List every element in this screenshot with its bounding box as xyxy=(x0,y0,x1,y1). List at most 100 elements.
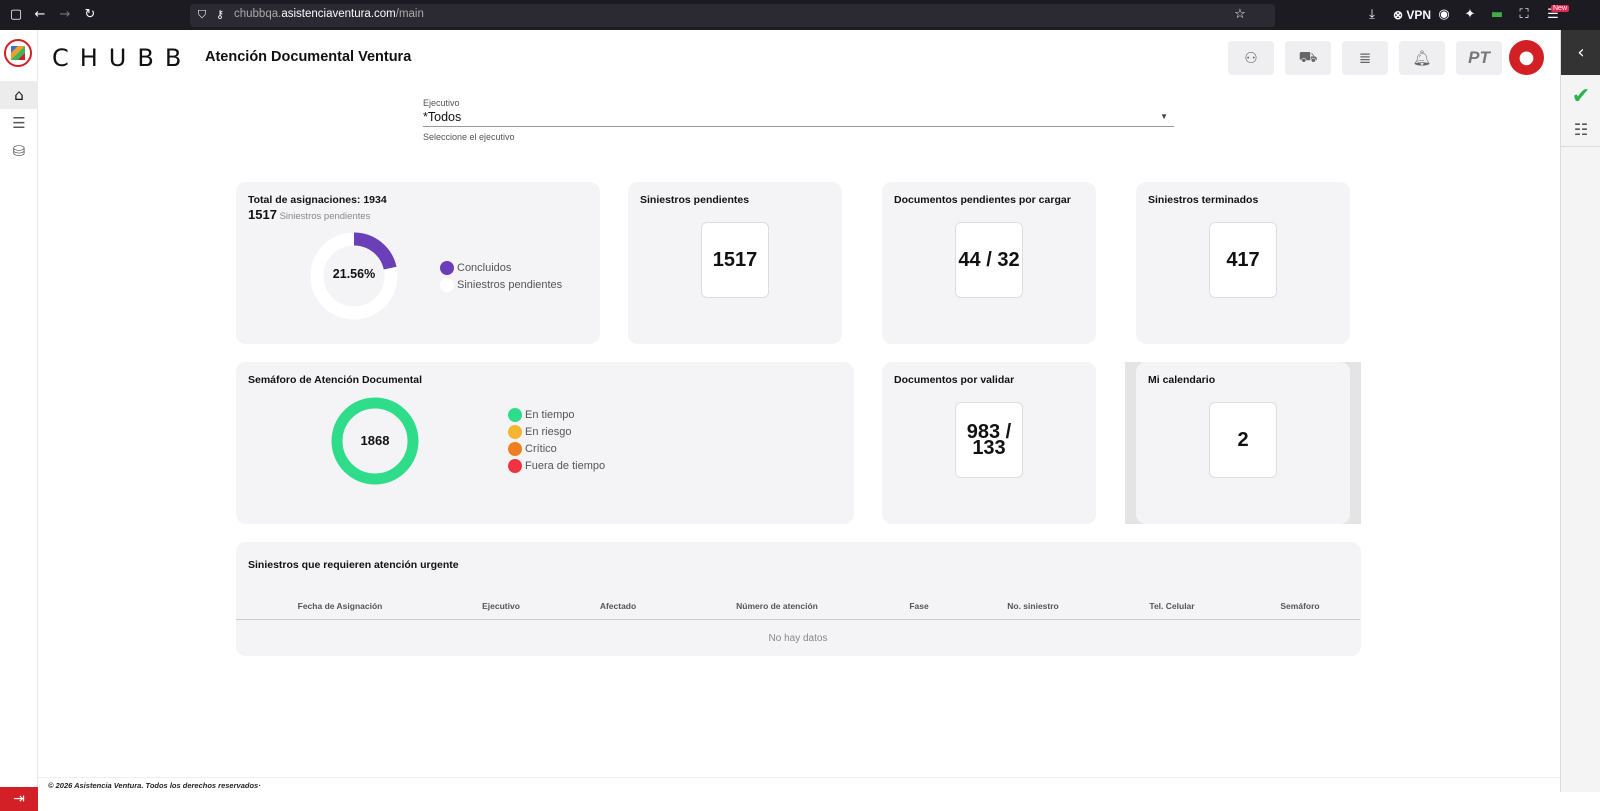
legend-en-tiempo: En tiempo xyxy=(508,408,575,422)
user-initials-button[interactable]: PT xyxy=(1456,41,1502,75)
brand-logo: CHUBB xyxy=(52,44,193,72)
calendar-card[interactable]: Mi calendario 2 xyxy=(1136,362,1350,524)
semaforo-title: Semáforo de Atención Documental xyxy=(248,374,423,386)
docs-validate-value: 983 /133 xyxy=(955,402,1023,478)
legend-dot-en-tiempo xyxy=(508,408,522,422)
notifications-button[interactable]: 🔔︎ xyxy=(1399,41,1445,75)
checklist-icon: ☷ xyxy=(1573,120,1589,139)
finished-claims-value: 417 xyxy=(1209,222,1277,298)
network-icon: ⚇ xyxy=(1244,49,1258,67)
legend-dot-fuera-de-tiempo xyxy=(508,459,522,473)
executive-select[interactable]: Ejecutivo *Todos ▼ Seleccione el ejecutiv… xyxy=(423,98,1174,142)
calendar-title: Mi calendario xyxy=(1148,374,1216,386)
column-header[interactable]: Ejecutivo xyxy=(482,601,520,611)
screenshot-icon[interactable]: ⛶ xyxy=(1516,7,1532,23)
car-button[interactable]: ⛟ xyxy=(1285,41,1331,75)
docs-upload-card: Documentos pendientes por cargar 44 / 32 xyxy=(882,182,1096,344)
sidebar-item-list[interactable]: ☰ xyxy=(0,109,38,137)
docs-validate-title: Documentos por validar xyxy=(894,374,1015,386)
app-title: Atención Documental Ventura xyxy=(205,49,412,65)
docs-validate-card: Documentos por validar 983 /133 xyxy=(882,362,1096,524)
menu-collapse-button[interactable]: ≣ xyxy=(1342,41,1388,75)
stack-icon: ⛁ xyxy=(12,142,26,160)
finished-claims-card: Siniestros terminados 417 xyxy=(1136,182,1350,344)
urgent-table-title: Siniestros que requieren atención urgent… xyxy=(248,559,459,571)
urgent-table-card: Siniestros que requieren atención urgent… xyxy=(236,542,1361,656)
home-icon: ⌂ xyxy=(14,86,24,104)
docs-upload-title: Documentos pendientes por cargar xyxy=(894,194,1071,206)
list-icon: ☰ xyxy=(12,114,26,132)
pending-claims-title: Siniestros pendientes xyxy=(640,194,750,206)
select-value[interactable]: *Todos ▼ xyxy=(423,110,1174,127)
new-badge: New xyxy=(1551,5,1570,12)
bell-icon: 🔔︎ xyxy=(1412,49,1432,67)
column-header[interactable]: Afectado xyxy=(600,601,636,611)
column-header[interactable]: Fase xyxy=(909,601,928,611)
pending-summary: 1517 Siniestros pendientes xyxy=(248,207,371,222)
car-icon: ⛟ xyxy=(1298,48,1318,66)
empty-table-message: No hay datos xyxy=(768,633,828,644)
calendar-value: 2 xyxy=(1209,402,1277,478)
user-initials: PT xyxy=(1468,48,1490,67)
assignments-title: Total de asignaciones: 1934 xyxy=(248,194,387,206)
logout-button[interactable]: ⇥ xyxy=(0,787,38,811)
user-icon: ● xyxy=(1518,47,1535,68)
browser-toolbar: ▢ ← → ↻ ⛉ ⚷ chubbqa.asistenciaventura.co… xyxy=(0,0,1600,30)
legend-en-riesgo: En riesgo xyxy=(508,425,571,439)
sidebar-item-stack[interactable]: ⛁ xyxy=(0,137,38,165)
legend-dot-critico xyxy=(508,442,522,456)
vpn-button[interactable]: ⊗ VPN xyxy=(1393,8,1431,22)
pending-claims-card: Siniestros pendientes 1517 xyxy=(628,182,842,344)
menu-collapse-icon: ≣ xyxy=(1358,49,1372,67)
account-icon[interactable]: ◉ xyxy=(1436,7,1452,23)
user-avatar[interactable]: ● xyxy=(1509,40,1544,75)
footer-text: © 2026 Asistencia Ventura. Todos los der… xyxy=(48,781,261,790)
collapse-panel-button[interactable]: ‹ xyxy=(1561,30,1600,75)
table-header: Fecha de Asignación Ejecutivo Afectado N… xyxy=(236,596,1360,620)
wallet-icon[interactable]: ▬ xyxy=(1489,7,1505,23)
left-sidebar: ⌂ ☰ ⛁ ⇥ xyxy=(0,30,38,811)
select-label: Ejecutivo xyxy=(423,98,460,108)
key-icon[interactable]: ⚷ xyxy=(212,7,228,23)
download-icon[interactable]: ⤓ xyxy=(1364,7,1380,23)
reload-icon[interactable]: ↻ xyxy=(82,7,98,23)
legend-dot-en-riesgo xyxy=(508,425,522,439)
logo-icon xyxy=(11,46,25,60)
column-header[interactable]: Tel. Celular xyxy=(1149,601,1194,611)
bookmark-star-icon[interactable]: ☆ xyxy=(1232,7,1248,23)
donut-percent: 21.56% xyxy=(332,267,376,281)
semaforo-card: Semáforo de Atención Documental 1868 En … xyxy=(236,362,854,524)
column-header[interactable]: Número de atención xyxy=(736,601,818,611)
checklist-button[interactable]: ☷ xyxy=(1561,113,1600,147)
page-footer: © 2026 Asistencia Ventura. Todos los der… xyxy=(38,777,1560,792)
select-hint: Seleccione el ejecutivo xyxy=(423,132,515,142)
sidebar-toggle-icon[interactable]: ▢ xyxy=(8,7,24,23)
legend-critico: Crítico xyxy=(508,442,557,456)
back-icon[interactable]: ← xyxy=(32,7,48,23)
column-header[interactable]: Semáforo xyxy=(1280,601,1319,611)
column-header[interactable]: Fecha de Asignación xyxy=(298,601,383,611)
app-header: CHUBB Atención Documental Ventura ⚇ ⛟ ≣ … xyxy=(38,30,1560,84)
extensions-icon[interactable]: ✦ xyxy=(1462,7,1478,23)
network-button[interactable]: ⚇ xyxy=(1228,41,1274,75)
docs-upload-value: 44 / 32 xyxy=(955,222,1023,298)
address-bar[interactable]: ⛉ ⚷ chubbqa.asistenciaventura.com/main ☆ xyxy=(190,4,1275,27)
sidebar-item-home[interactable]: ⌂ xyxy=(0,81,38,109)
chevron-down-icon[interactable]: ▼ xyxy=(1160,112,1168,121)
shield-icon[interactable]: ⛉ xyxy=(194,7,210,23)
legend-dot-pending xyxy=(440,278,454,292)
chevron-left-icon: ‹ xyxy=(1577,42,1585,63)
url-text: chubbqa.asistenciaventura.com/main xyxy=(234,8,424,20)
semaforo-total: 1868 xyxy=(360,433,390,448)
legend-fuera-de-tiempo: Fuera de tiempo xyxy=(508,459,605,473)
check-icon: ✔ xyxy=(1571,83,1591,109)
pending-claims-value: 1517 xyxy=(701,222,769,298)
legend-dot-concluded xyxy=(440,261,454,275)
finished-claims-title: Siniestros terminados xyxy=(1148,194,1259,206)
legend-concluded: Concluidos xyxy=(440,261,511,275)
legend-pending: Siniestros pendientes xyxy=(440,278,562,292)
column-header[interactable]: No. siniestro xyxy=(1007,601,1058,611)
approve-button[interactable]: ✔ xyxy=(1561,79,1600,113)
forward-icon[interactable]: → xyxy=(57,7,73,23)
app-logo[interactable] xyxy=(4,39,32,67)
